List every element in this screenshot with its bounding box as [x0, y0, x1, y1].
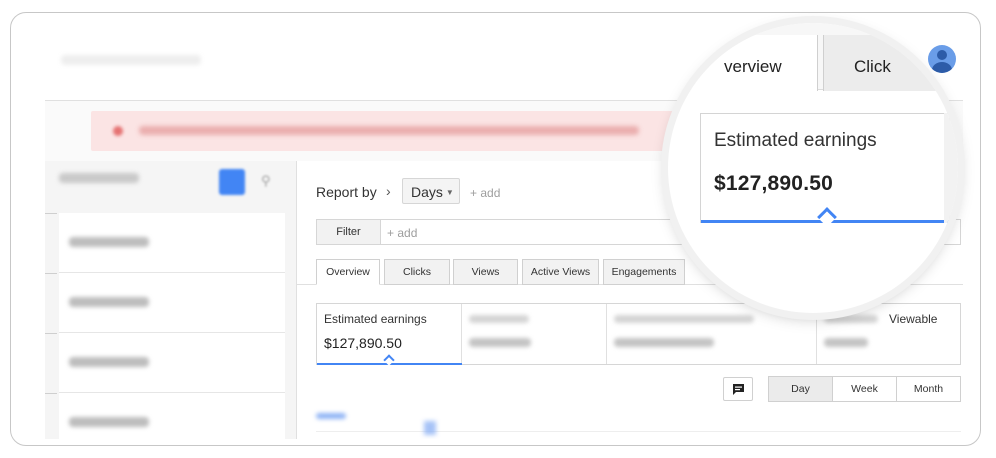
metric-cards: Estimated earnings $127,890.50 Viewable [316, 303, 962, 366]
blurred-chart [316, 413, 526, 439]
period-day-button[interactable]: Day [768, 376, 833, 402]
magnified-tab-overview[interactable]: verview [668, 35, 818, 91]
blurred-metric-label [824, 315, 878, 323]
tab-active-views[interactable]: Active Views [522, 259, 599, 285]
magnified-metric-value: $127,890.50 [714, 172, 833, 195]
annotation-button[interactable] [723, 377, 753, 401]
comment-icon [733, 384, 744, 395]
tab-overview[interactable]: Overview [316, 259, 380, 285]
caret-down-icon: ▼ [445, 188, 454, 197]
search-icon[interactable]: ⚲ [261, 173, 275, 188]
metric-card-blurred[interactable] [462, 304, 607, 364]
sidebar-divider [45, 393, 57, 394]
magnified-metric-label: Estimated earnings [714, 130, 877, 151]
add-dimension-link[interactable]: + add [470, 186, 500, 200]
blurred-sidebar-label [69, 297, 149, 307]
magnified-active-notch [817, 207, 837, 227]
period-dropdown[interactable]: Days ▼ [402, 178, 460, 204]
metric-label: Estimated earnings [324, 312, 427, 326]
blurred-metric-value [824, 338, 868, 347]
sidebar-add-button[interactable] [219, 169, 245, 195]
sidebar-divider [45, 273, 57, 274]
metric-label: Viewable [889, 312, 938, 326]
sidebar-item[interactable] [59, 273, 285, 333]
blurred-metric-value [469, 338, 531, 347]
metric-value: $127,890.50 [324, 335, 402, 351]
blurred-chart-marker [424, 421, 436, 435]
metric-viewable[interactable]: Viewable [817, 304, 962, 364]
sidebar-divider [45, 213, 57, 214]
add-filter-input[interactable]: + add [387, 226, 417, 240]
magnified-next-card-edge [944, 113, 958, 223]
report-by-label: Report by [316, 184, 377, 200]
tab-engagements[interactable]: Engagements [603, 259, 685, 285]
sidebar-divider [45, 333, 57, 334]
blurred-metric-label [469, 315, 529, 323]
sidebar-item[interactable] [59, 213, 285, 273]
alert-icon [113, 126, 123, 136]
metric-card-blurred[interactable] [607, 304, 817, 364]
sidebar-item[interactable] [59, 393, 285, 439]
tab-clicks[interactable]: Clicks [384, 259, 450, 285]
blurred-sidebar-label [69, 417, 149, 427]
tab-views[interactable]: Views [453, 259, 518, 285]
blurred-sidebar-title [59, 173, 139, 183]
blurred-metric-value [614, 338, 714, 347]
filter-button[interactable]: Filter [317, 220, 381, 244]
blurred-chart-legend [316, 413, 346, 419]
sidebar: ⚲ [45, 161, 297, 439]
blurred-sidebar-label [69, 357, 149, 367]
blurred-metric-label [614, 315, 754, 323]
blurred-alert-text [139, 126, 639, 135]
magnified-tab-clicks[interactable]: Click [823, 35, 958, 91]
period-dropdown-value: Days [411, 184, 443, 200]
metric-estimated-earnings[interactable]: Estimated earnings $127,890.50 [317, 304, 462, 366]
blurred-header-text [61, 55, 201, 65]
sidebar-item[interactable] [59, 333, 285, 393]
alert-banner [91, 111, 711, 151]
magnified-earnings-card[interactable]: Estimated earnings $127,890.50 [700, 113, 951, 227]
period-month-button[interactable]: Month [896, 376, 961, 402]
period-week-button[interactable]: Week [832, 376, 897, 402]
chevron-right-icon: › [386, 183, 391, 199]
blurred-sidebar-label [69, 237, 149, 247]
magnifier-lens: verview Click Estimated earnings $127,89… [668, 23, 958, 313]
